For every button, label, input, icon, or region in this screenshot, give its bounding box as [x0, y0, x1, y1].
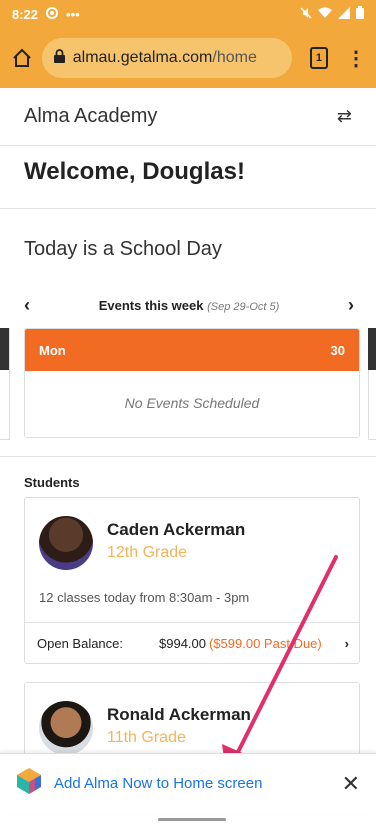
student-classes-summary: 12 classes today from 8:30am - 3pm [39, 590, 250, 605]
past-due-amount: ($599.00 Past Due) [209, 635, 322, 651]
student-grade: 12th Grade [107, 544, 188, 561]
school-name: Alma Academy [24, 105, 158, 127]
mute-icon [300, 6, 312, 22]
add-to-home-banner[interactable]: Add Alma Now to Home screen ✕ [0, 753, 376, 813]
day-card-header: Mon 30 [25, 329, 359, 371]
student-name: Ronald Ackerman [107, 705, 251, 724]
gesture-nav-handle[interactable] [158, 818, 226, 821]
open-balance-row[interactable]: Open Balance: $994.00 ($599.00 Past Due)… [37, 622, 349, 664]
url-domain: almau.getalma.com [72, 49, 213, 66]
welcome-heading: Welcome, Douglas! [24, 158, 245, 185]
overflow-menu-icon[interactable]: ⋮ [346, 46, 366, 71]
events-label: Events this week [98, 297, 204, 313]
events-title: Events this week (Sep 29-Oct 5) [99, 298, 280, 313]
alma-logo-icon [16, 767, 42, 800]
student-grade: 11th Grade [107, 729, 186, 746]
tab-switcher-button[interactable]: 1 [309, 47, 328, 69]
balance-amount: $994.00 [159, 635, 206, 651]
chevron-right-icon: › [344, 635, 349, 651]
next-day-card-header [368, 328, 376, 370]
home-icon[interactable] [10, 43, 34, 73]
day-name: Mon [39, 342, 66, 358]
avatar [39, 701, 93, 755]
address-bar[interactable]: almau.getalma.com/home [41, 38, 292, 78]
no-events-message: No Events Scheduled [124, 395, 260, 411]
events-week-nav: ‹ Events this week (Sep 29-Oct 5) › [24, 292, 354, 318]
events-date-range: (Sep 29-Oct 5) [207, 300, 280, 313]
lock-icon [53, 48, 65, 68]
prev-day-card-header [0, 328, 9, 370]
chevron-right-icon[interactable]: › [348, 295, 354, 316]
status-bar: 8:22 ••• [0, 0, 376, 28]
wifi-icon [318, 7, 332, 22]
record-icon [46, 6, 59, 22]
day-card[interactable]: Mon 30 No Events Scheduled [24, 328, 360, 438]
more-notifications: ••• [66, 6, 80, 22]
app-header: Alma Academy ⇄ [0, 88, 376, 146]
avatar [39, 516, 93, 570]
divider [0, 208, 376, 209]
school-day-status: Today is a School Day [24, 238, 222, 260]
switch-account-icon[interactable]: ⇄ [337, 106, 352, 127]
day-number: 30 [330, 342, 345, 358]
balance-label: Open Balance: [37, 635, 124, 651]
add-to-home-link[interactable]: Add Alma Now to Home screen [54, 775, 262, 792]
url-path: /home [212, 49, 257, 66]
battery-icon [356, 6, 364, 22]
student-name: Caden Ackerman [107, 520, 246, 539]
student-card[interactable]: Caden Ackerman 12th Grade 12 classes tod… [24, 497, 360, 664]
students-heading: Students [24, 475, 80, 490]
status-time: 8:22 [12, 6, 39, 22]
chevron-left-icon[interactable]: ‹ [24, 295, 30, 316]
signal-icon [338, 6, 350, 22]
browser-toolbar: almau.getalma.com/home 1 ⋮ [0, 28, 376, 88]
close-icon[interactable]: ✕ [342, 771, 360, 797]
divider [0, 456, 376, 457]
